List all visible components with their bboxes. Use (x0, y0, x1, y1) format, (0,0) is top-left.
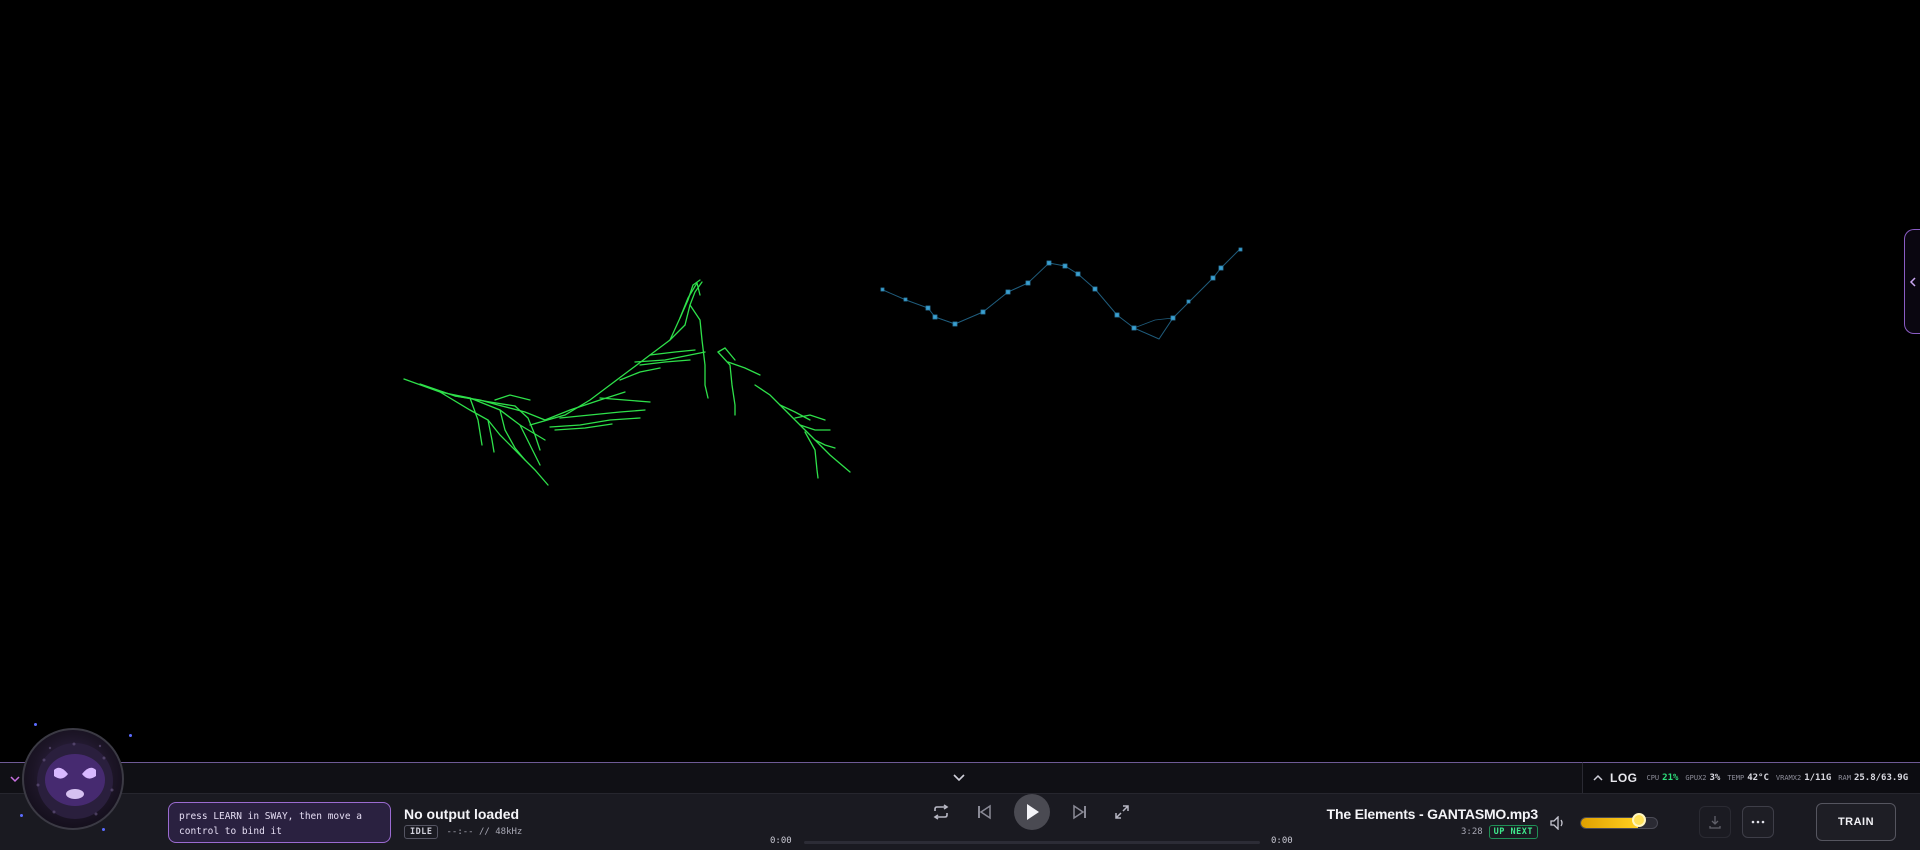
skip-previous-icon (978, 804, 991, 820)
download-button[interactable] (1699, 806, 1731, 838)
chevron-down-icon[interactable] (952, 773, 966, 783)
more-button[interactable] (1742, 806, 1774, 838)
current-output-info: No output loaded IDLE --:-- // 48kHz (404, 806, 522, 839)
time-elapsed: 0:00 (770, 836, 792, 846)
mascot-avatar[interactable] (22, 728, 124, 830)
repeat-button[interactable] (930, 802, 952, 822)
sparkle-dot (34, 723, 37, 726)
temp-stat: TEMP 42°C (1727, 773, 1769, 783)
play-button[interactable] (1014, 794, 1050, 830)
system-stats-bar: LOG CPU 21% GPUX2 3% TEMP 42°C VRAMX2 1/11G … (1582, 762, 1920, 793)
previous-button[interactable] (973, 802, 995, 822)
output-title: No output loaded (404, 806, 520, 822)
sparkle-dot (102, 828, 105, 831)
blue-points-visual (880, 247, 1243, 340)
chevron-up-icon[interactable] (1593, 774, 1603, 782)
mute-button[interactable] (1548, 814, 1568, 832)
fullscreen-button[interactable] (1111, 802, 1133, 822)
ram-stat: RAM 25.8/63.9G (1838, 773, 1909, 783)
collapse-strip (0, 762, 1582, 793)
expand-icon (1115, 805, 1129, 819)
cpu-stat: CPU 21% (1646, 773, 1679, 783)
repeat-icon (933, 804, 949, 820)
up-next-info: The Elements - GANTASMO.mp3 3:28 UP NEXT (1327, 806, 1538, 839)
more-icon (1751, 820, 1765, 824)
up-next-badge: UP NEXT (1488, 825, 1538, 839)
learn-hint-box: press LEARN in SWAY, then move a control… (168, 802, 391, 843)
time-total: 0:00 (1271, 836, 1293, 846)
next-button[interactable] (1069, 802, 1091, 822)
ghost-face-icon (36, 742, 114, 819)
log-toggle[interactable]: LOG (1610, 771, 1638, 785)
skip-next-icon (1073, 804, 1086, 820)
vram-stat: VRAMX2 1/11G (1775, 773, 1832, 783)
sparkle-dot (20, 814, 23, 817)
volume-knob[interactable] (1631, 813, 1646, 827)
visualizer-canvas (403, 247, 1243, 486)
train-button[interactable]: TRAIN (1816, 803, 1896, 841)
side-panel-toggle[interactable] (1904, 229, 1920, 334)
output-format: --:-- // 48kHz (446, 827, 523, 837)
up-next-duration: 3:28 (1460, 827, 1483, 837)
sparkle-dot (129, 734, 132, 737)
volume-icon (1550, 816, 1563, 830)
chevron-down-icon[interactable] (10, 775, 20, 783)
green-branch-visual (403, 279, 851, 486)
download-icon (1709, 816, 1721, 829)
up-next-title[interactable]: The Elements - GANTASMO.mp3 (1327, 806, 1539, 822)
play-icon (1027, 804, 1039, 820)
seek-bar[interactable] (804, 841, 1260, 844)
volume-fill (1581, 818, 1638, 828)
status-badge: IDLE (404, 825, 439, 839)
gpu-stat: GPUX2 3% (1685, 773, 1721, 783)
volume-slider[interactable] (1580, 817, 1658, 829)
chevron-left-icon (1909, 276, 1916, 287)
